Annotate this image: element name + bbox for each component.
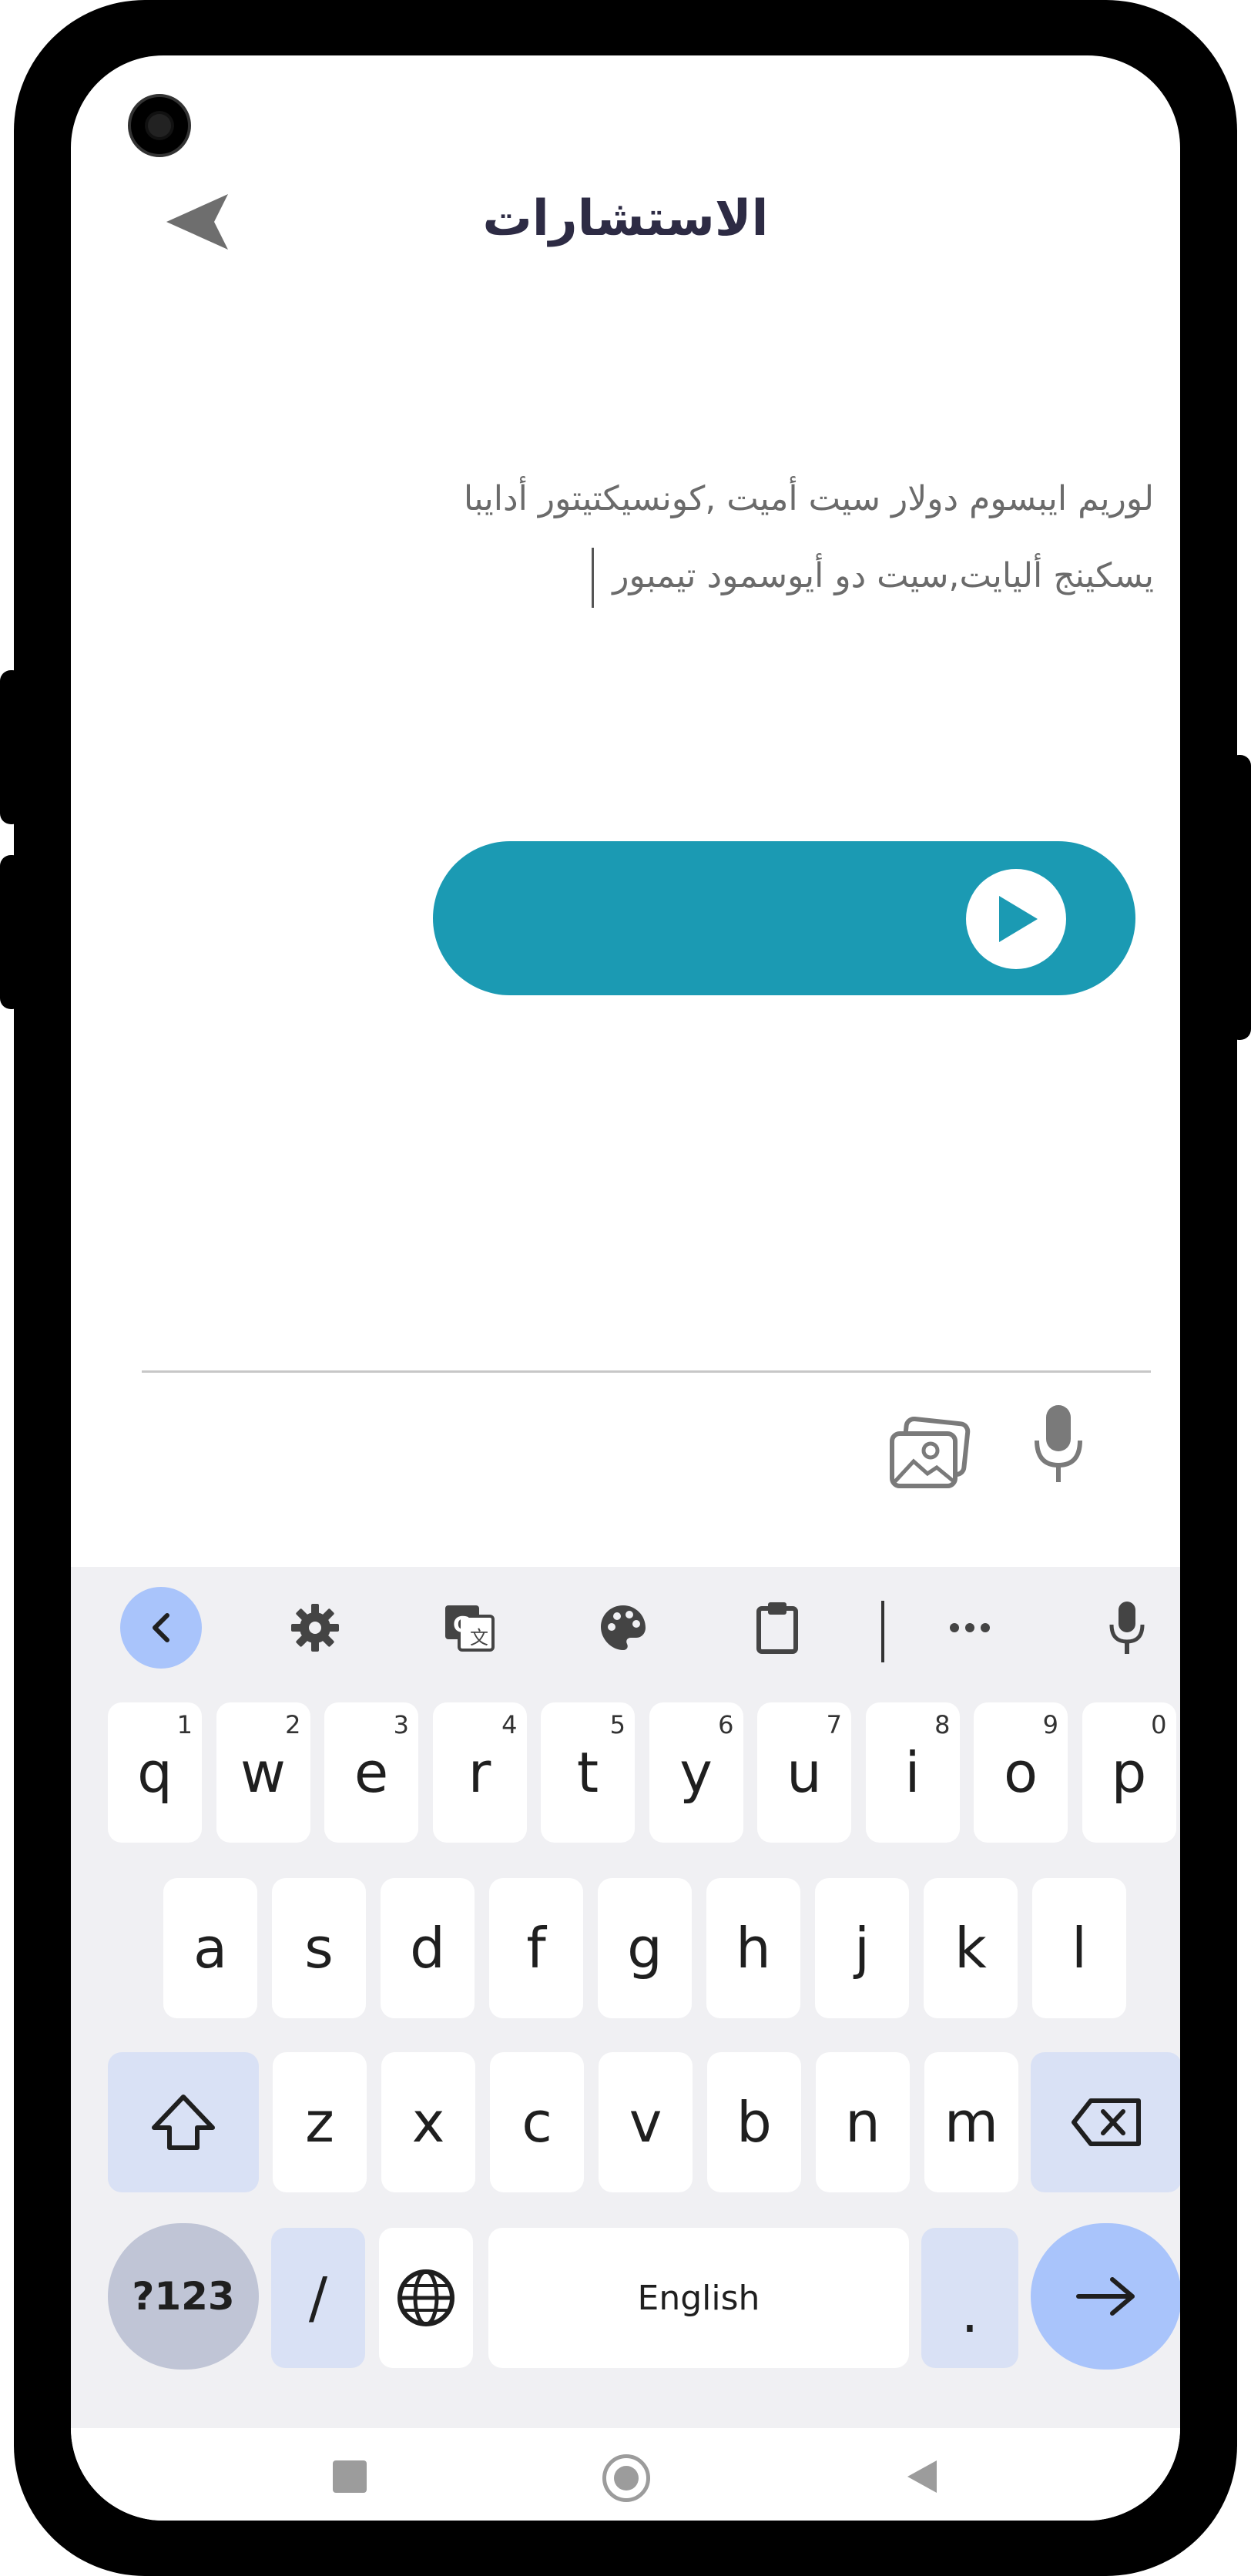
key-r[interactable]: r4 — [432, 1702, 527, 1843]
camera-icon — [128, 94, 191, 157]
key-o[interactable]: o9 — [974, 1702, 1068, 1843]
key-number-hint: 0 — [1151, 1710, 1167, 1739]
keyboard: G 文 q 1 w 2 e 3 r 4 t 5 y 6 u 7 i 8 o 9 … — [71, 1567, 1180, 2428]
message-text: لوريم ايبسوم دولار سيت أميت ,كونسيكتيتور… — [245, 461, 1154, 615]
play-button[interactable] — [966, 869, 1066, 969]
key-number-hint: 5 — [609, 1710, 626, 1739]
side-button — [0, 670, 23, 824]
key-s[interactable]: s — [272, 1878, 366, 2018]
side-button — [0, 855, 23, 1009]
back-nav-icon[interactable] — [903, 2457, 940, 2496]
key-letter: i — [904, 1740, 921, 1805]
key-letter: r — [468, 1740, 491, 1805]
page-title: الاستشارات — [482, 190, 769, 247]
key-number-hint: 2 — [285, 1710, 301, 1739]
keyboard-more-button[interactable] — [929, 1587, 1011, 1669]
svg-text:文: 文 — [470, 1627, 488, 1649]
key-u[interactable]: u7 — [757, 1702, 851, 1843]
symbols-key[interactable]: ?123 — [108, 2223, 259, 2370]
key-letter: y — [679, 1740, 713, 1805]
key-i[interactable]: i8 — [865, 1702, 960, 1843]
message-line-2: يسكينج أليايت,سيت دو أيوسمود تيمبور — [245, 538, 1154, 615]
palette-icon — [601, 1605, 646, 1650]
key-letter: o — [1003, 1740, 1038, 1805]
input-divider — [142, 1370, 1151, 1373]
key-number-hint: 8 — [934, 1710, 951, 1739]
key-x[interactable]: x — [381, 2052, 475, 2192]
key-number-hint: 6 — [718, 1710, 734, 1739]
microphone-icon[interactable] — [1028, 1402, 1089, 1487]
key-n[interactable]: n — [816, 2052, 910, 2192]
key-l[interactable]: l — [1032, 1878, 1126, 2018]
keyboard-clipboard-button[interactable] — [736, 1587, 818, 1669]
home-button[interactable] — [602, 2454, 650, 2502]
key-z[interactable]: z — [273, 2052, 367, 2192]
microphone-icon — [1109, 1602, 1145, 1654]
key-c[interactable]: c — [490, 2052, 584, 2192]
recents-button[interactable] — [333, 2460, 367, 2493]
shift-icon — [152, 2095, 215, 2150]
toolbar-separator — [881, 1601, 884, 1662]
key-e[interactable]: e3 — [324, 1702, 418, 1843]
keyboard-collapse-button[interactable] — [120, 1587, 202, 1669]
gallery-icon[interactable] — [887, 1415, 972, 1492]
gear-icon — [291, 1604, 339, 1652]
key-j[interactable]: j — [815, 1878, 909, 2018]
keyboard-translate-button[interactable]: G 文 — [428, 1587, 510, 1669]
key-t[interactable]: t5 — [541, 1702, 635, 1843]
arrow-right-icon — [1076, 2277, 1135, 2316]
message-line-1: لوريم ايبسوم دولار سيت أميت ,كونسيكتيتور… — [463, 479, 1154, 518]
key-letter: e — [354, 1740, 389, 1805]
keyboard-theme-button[interactable] — [582, 1587, 664, 1669]
side-button — [1228, 755, 1251, 1040]
key-letter: t — [576, 1740, 599, 1805]
key-number-hint: 7 — [826, 1710, 842, 1739]
key-letter: u — [786, 1740, 822, 1805]
keyboard-settings-button[interactable] — [274, 1587, 356, 1669]
message-line-2-text: يسكينج أليايت,سيت دو أيوسمود تيمبور — [612, 556, 1154, 595]
translate-icon: G 文 — [445, 1605, 495, 1652]
language-key[interactable] — [379, 2228, 473, 2368]
key-number-hint: 1 — [176, 1710, 193, 1739]
key-f[interactable]: f — [489, 1878, 583, 2018]
play-icon — [999, 896, 1038, 942]
key-b[interactable]: b — [707, 2052, 801, 2192]
key-number-hint: 3 — [393, 1710, 409, 1739]
screen: الاستشارات لوريم ايبسوم دولار سيت أميت ,… — [71, 55, 1180, 2521]
slash-key[interactable]: / — [271, 2228, 365, 2368]
svg-text:G: G — [453, 1612, 471, 1637]
key-h[interactable]: h — [706, 1878, 800, 2018]
backspace-icon — [1072, 2098, 1141, 2146]
key-number-hint: 4 — [501, 1710, 518, 1739]
key-k[interactable]: k — [924, 1878, 1018, 2018]
key-w[interactable]: w2 — [216, 1702, 310, 1843]
clipboard-icon — [756, 1602, 798, 1654]
key-y[interactable]: y6 — [649, 1702, 743, 1843]
key-g[interactable]: g — [598, 1878, 692, 2018]
shift-key[interactable] — [108, 2052, 259, 2192]
key-v[interactable]: v — [599, 2052, 693, 2192]
globe-icon — [397, 2269, 454, 2326]
chevron-left-icon — [153, 1613, 169, 1642]
period-key[interactable]: . — [921, 2228, 1018, 2368]
key-number-hint: 9 — [1042, 1710, 1058, 1739]
enter-key[interactable] — [1031, 2223, 1180, 2370]
more-icon — [950, 1623, 990, 1632]
backspace-key[interactable] — [1031, 2052, 1180, 2192]
key-d[interactable]: d — [381, 1878, 475, 2018]
space-key[interactable]: English — [488, 2228, 909, 2368]
keyboard-voice-button[interactable] — [1086, 1587, 1168, 1669]
key-q[interactable]: q1 — [108, 1702, 202, 1843]
key-p[interactable]: p0 — [1082, 1702, 1176, 1843]
voice-message-bubble[interactable] — [433, 841, 1135, 995]
key-letter: p — [1111, 1740, 1147, 1805]
system-nav-bar — [71, 2428, 1180, 2521]
key-letter: q — [137, 1740, 173, 1805]
key-a[interactable]: a — [163, 1878, 257, 2018]
key-letter: w — [240, 1740, 286, 1805]
key-m[interactable]: m — [924, 2052, 1018, 2192]
text-caret — [592, 548, 595, 608]
